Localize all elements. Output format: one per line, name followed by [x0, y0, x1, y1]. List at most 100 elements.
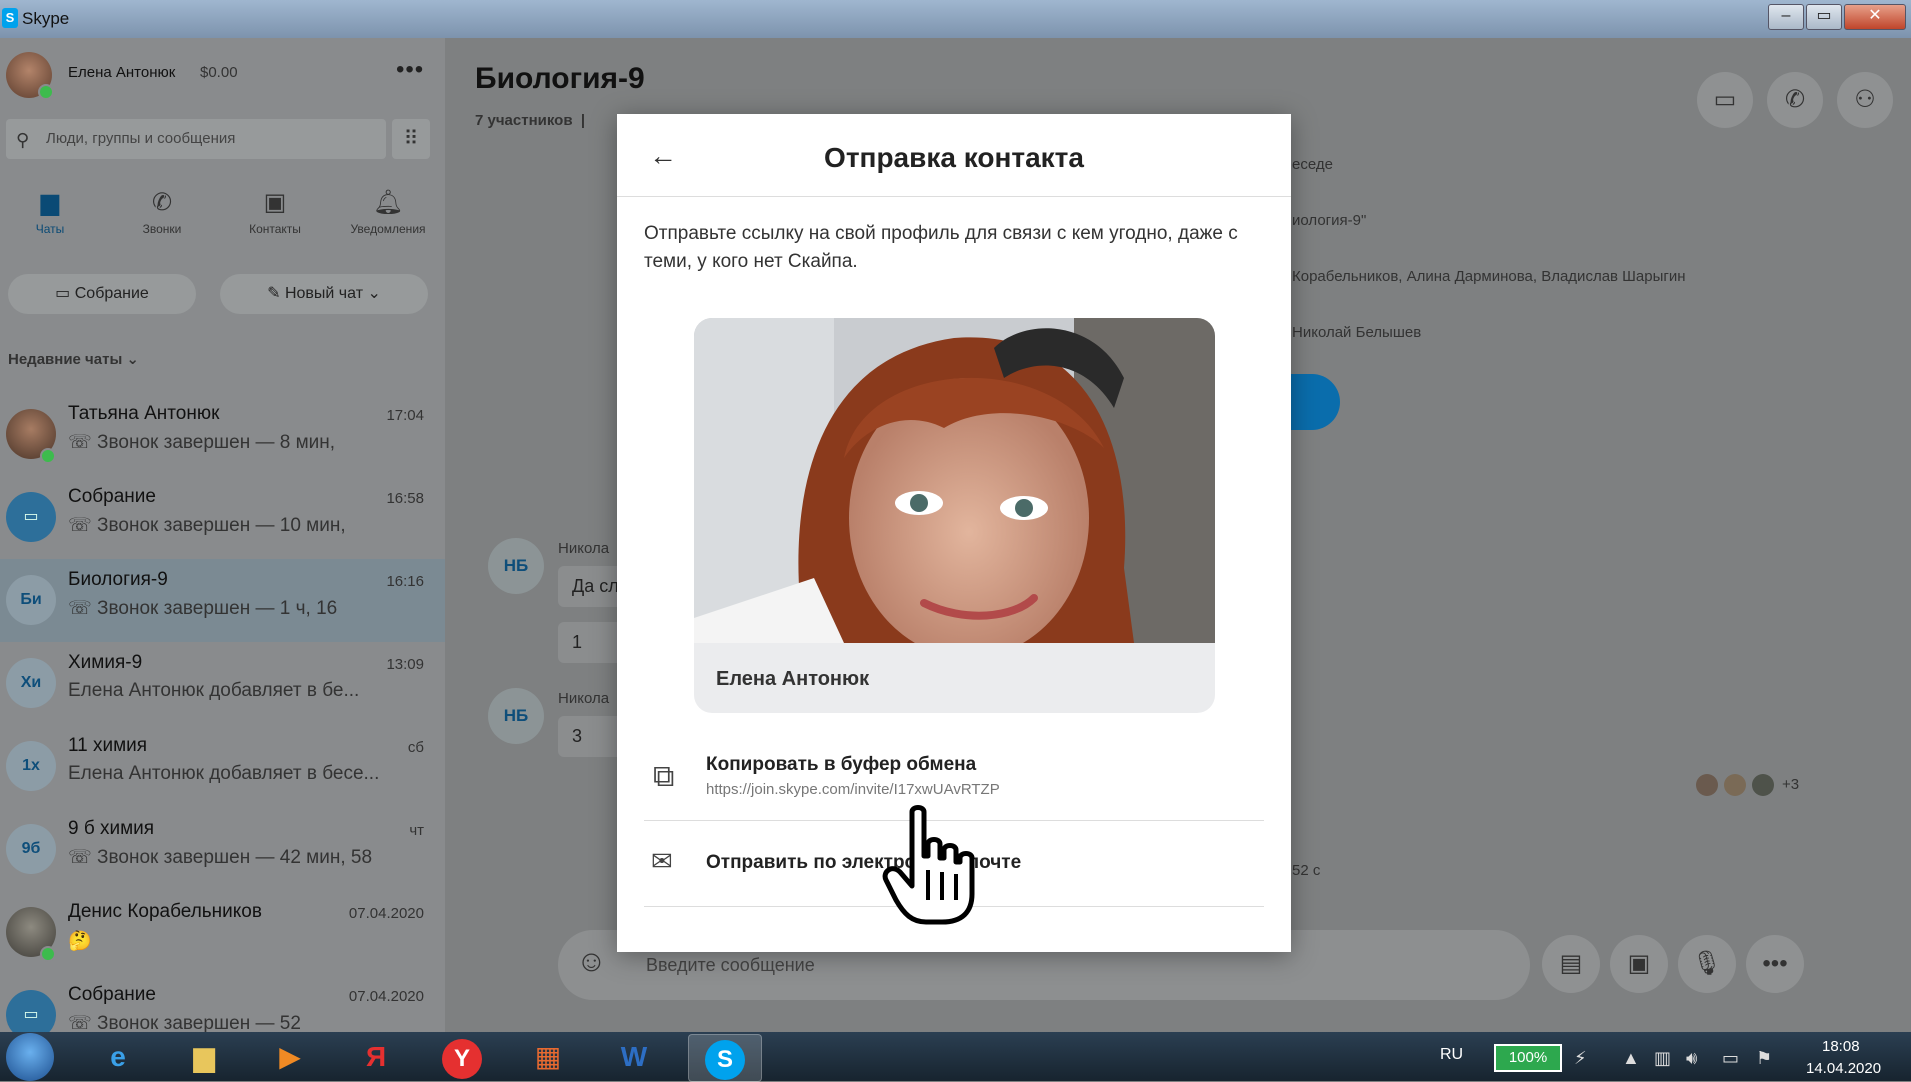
dialpad-icon[interactable]: ⠿	[392, 119, 430, 159]
avatar[interactable]: НБ	[488, 538, 544, 594]
chat-list-item[interactable]: Татьяна Антонюк 17:04 ☏ Звонок завершен …	[0, 393, 445, 476]
chat-icon[interactable]: ▆	[0, 188, 100, 217]
avatar: 1х	[6, 741, 56, 791]
contacts-icon[interactable]: ▣	[225, 188, 325, 217]
profile-card: Елена Антонюк	[694, 318, 1215, 713]
word-icon[interactable]: W	[598, 1034, 670, 1080]
thinking-emoji-icon: 🤔	[68, 931, 92, 952]
network-icon[interactable]: ▥	[1654, 1048, 1671, 1069]
dialog-description: Отправьте ссылку на свой профиль для свя…	[644, 223, 1238, 272]
video-icon: ▭	[1713, 86, 1737, 113]
system-message: Корабельников, Алина Дарминова, Владисла…	[1292, 268, 1686, 285]
close-button[interactable]: ✕	[1844, 4, 1906, 30]
message-input[interactable]: Введите сообщение	[646, 955, 815, 976]
battery-indicator[interactable]: 100%	[1494, 1044, 1562, 1072]
avatar: Хи	[6, 658, 56, 708]
participants-count[interactable]: 7 участников |	[475, 112, 585, 129]
message-bubble[interactable]: 1	[558, 622, 626, 663]
avatar[interactable]: НБ	[488, 688, 544, 744]
recent-chats-header[interactable]: Недавние чаты ⌄	[8, 350, 139, 368]
window-titlebar: S Skype – ▭ ✕	[0, 0, 1911, 38]
message-sender: Никола	[558, 690, 610, 707]
action-center-flag-icon[interactable]: ⚑	[1756, 1048, 1772, 1069]
tab-calls[interactable]: Звонки	[107, 222, 217, 236]
online-status-icon	[40, 448, 56, 464]
chat-list-item-selected[interactable]: Би Биология-9 16:16 ☏ Звонок завершен — …	[0, 559, 445, 642]
divider	[617, 196, 1291, 197]
add-participant-button[interactable]: ⚇	[1837, 72, 1893, 128]
chat-list-item[interactable]: 1х 11 химия сб Елена Антонюк добавляет в…	[0, 725, 445, 808]
phone-icon[interactable]: ✆	[112, 188, 212, 217]
tray-expand-icon[interactable]: ▲	[1622, 1048, 1640, 1069]
system-message: иология-9"	[1292, 212, 1367, 229]
emoji-icon[interactable]: ☺	[576, 945, 607, 979]
sidebar: Елена Антонюк $0.00 ••• ⚲ Люди, группы и…	[0, 38, 445, 1032]
chat-list-item[interactable]: Хи Химия-9 13:09 Елена Антонюк добавляет…	[0, 642, 445, 725]
avatar: Би	[6, 575, 56, 625]
tab-notifications[interactable]: Уведомления	[333, 222, 443, 236]
microphone-icon: 🎙︎	[1691, 950, 1723, 977]
profile-balance[interactable]: $0.00	[200, 64, 238, 81]
clock-time[interactable]: 18:08	[1822, 1038, 1860, 1055]
system-message: 52 с	[1292, 862, 1321, 879]
message-sender: Никола	[558, 540, 610, 557]
system-message: еседе	[1292, 156, 1333, 173]
video-icon: ▭	[55, 285, 75, 302]
audio-call-button[interactable]: ✆	[1767, 72, 1823, 128]
language-indicator[interactable]: RU	[1440, 1046, 1463, 1064]
display-icon[interactable]: ▭	[1722, 1048, 1739, 1069]
call-ended-icon: ☏	[68, 432, 98, 453]
skype-taskbar-icon[interactable]: S	[688, 1034, 762, 1082]
online-status-icon	[38, 84, 54, 100]
more-options-button[interactable]: •••	[1746, 935, 1804, 993]
send-contact-button[interactable]: ▣	[1610, 935, 1668, 993]
mail-icon: ✉	[651, 846, 673, 876]
meeting-button[interactable]: ▭ Собрание	[8, 274, 196, 314]
seen-avatar	[1752, 774, 1774, 796]
new-chat-button[interactable]: ✎ Новый чат ⌄	[220, 274, 428, 314]
yandex-icon[interactable]: Я	[340, 1034, 412, 1080]
meeting-icon: ▭	[6, 492, 56, 542]
system-message: Николай Белышев	[1292, 324, 1422, 341]
media-gallery-button[interactable]: ▤	[1542, 935, 1600, 993]
call-ended-icon: ☏	[68, 1013, 98, 1032]
contact-card-icon: ▣	[1627, 950, 1651, 977]
volume-icon[interactable]: 🔊︎	[1686, 1048, 1697, 1069]
more-options-icon[interactable]: •••	[396, 56, 424, 84]
clock-date[interactable]: 14.04.2020	[1806, 1060, 1881, 1077]
yandex-browser-icon[interactable]: Y	[426, 1034, 498, 1080]
chat-list-item[interactable]: Денис Корабельников 07.04.2020 🤔	[0, 891, 445, 974]
start-button[interactable]	[6, 1033, 54, 1081]
media-player-icon[interactable]: ▶	[254, 1034, 326, 1080]
presentation-app-icon[interactable]: ▦	[512, 1034, 584, 1080]
chat-list-item[interactable]: 9б 9 б химия чт ☏ Звонок завершен — 42 м…	[0, 808, 445, 891]
voice-message-button[interactable]: 🎙︎	[1678, 935, 1736, 993]
chat-list-item[interactable]: ▭ Собрание 07.04.2020 ☏ Звонок завершен …	[0, 974, 445, 1032]
add-user-icon: ⚇	[1854, 86, 1876, 113]
hand-cursor-icon	[882, 805, 975, 925]
maximize-button[interactable]: ▭	[1806, 4, 1842, 30]
file-explorer-icon[interactable]: ▆	[168, 1034, 240, 1080]
profile-card-name: Елена Антонюк	[716, 668, 870, 690]
page-title[interactable]: Биология-9	[475, 62, 645, 96]
bell-icon[interactable]: 🔔︎	[338, 188, 438, 217]
copy-icon: ⧉	[653, 760, 675, 793]
more-options-icon: •••	[1762, 950, 1788, 977]
window-title: Skype	[22, 9, 70, 28]
message-bubble[interactable]: 3	[558, 716, 626, 757]
chat-list-item[interactable]: ▭ Собрание 16:58 ☏ Звонок завершен — 10 …	[0, 476, 445, 559]
minimize-button[interactable]: –	[1768, 4, 1804, 30]
tab-chats[interactable]: Чаты	[0, 222, 105, 236]
online-status-icon	[40, 946, 56, 962]
gallery-icon: ▤	[1559, 950, 1583, 977]
search-input[interactable]: Люди, группы и сообщения	[46, 130, 235, 147]
avatar: 9б	[6, 824, 56, 874]
profile-name[interactable]: Елена Антонюк	[68, 64, 175, 81]
power-icon[interactable]: ⚡	[1574, 1048, 1587, 1069]
tab-contacts[interactable]: Контакты	[220, 222, 330, 236]
seen-avatar	[1724, 774, 1746, 796]
video-call-button[interactable]: ▭	[1697, 72, 1753, 128]
search-icon: ⚲	[16, 130, 30, 150]
internet-explorer-icon[interactable]: e	[82, 1034, 154, 1080]
seen-more-count: +3	[1782, 776, 1800, 793]
